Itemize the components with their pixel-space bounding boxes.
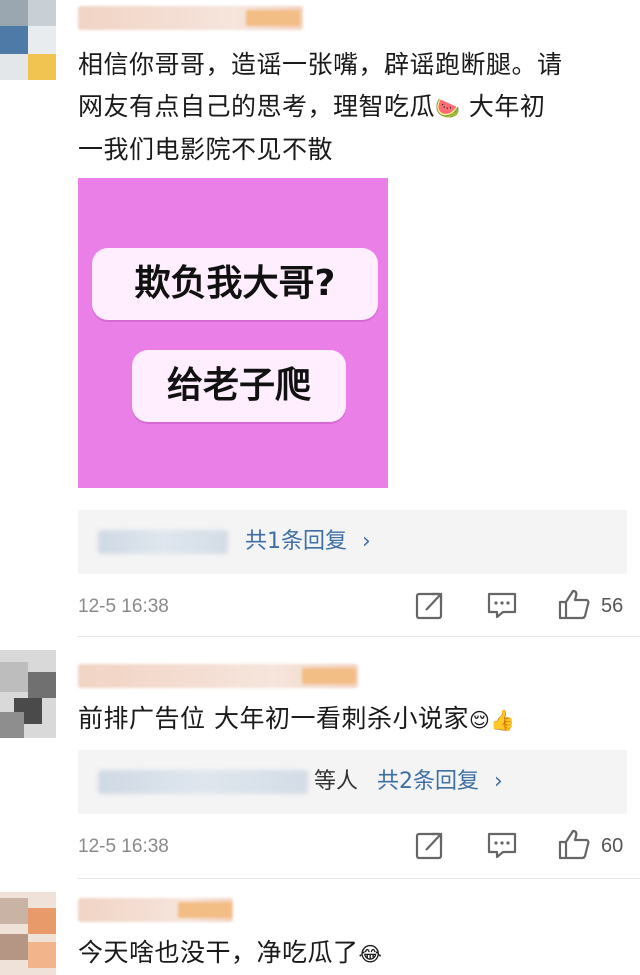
comment-2: 前排广告位 大年初一看刺杀小说家😌👍 等人 共2条回复 › 12-5 16:38… <box>0 650 640 878</box>
reply-preview[interactable]: 等人 共2条回复 › <box>78 750 627 814</box>
comment-image[interactable]: 欺负我大哥? 给老子爬 <box>78 178 388 488</box>
avatar[interactable] <box>0 0 56 80</box>
comment-text: 相信你哥哥，造谣一张嘴，辟谣跑断腿。请 网友有点自己的思考，理智吃瓜🍉 大年初 … <box>78 44 628 171</box>
reply-author-suffix: 等人 <box>314 769 359 794</box>
comment-1: 相信你哥哥，造谣一张嘴，辟谣跑断腿。请 网友有点自己的思考，理智吃瓜🍉 大年初 … <box>0 0 640 636</box>
divider <box>78 878 640 879</box>
share-icon[interactable] <box>413 828 447 862</box>
comment-text: 今天啥也没干，净吃瓜了😂 <box>78 932 628 975</box>
chevron-right-icon: › <box>362 529 371 554</box>
timestamp: 12-5 16:38 <box>78 836 169 857</box>
comment-3: 今天啥也没干，净吃瓜了😂 <box>0 892 640 975</box>
username[interactable] <box>78 664 358 688</box>
username[interactable] <box>78 898 233 922</box>
comment-icon[interactable] <box>485 828 519 862</box>
reply-user-blur <box>98 770 308 794</box>
comment-text: 前排广告位 大年初一看刺杀小说家😌👍 <box>78 698 628 741</box>
like-count: 56 <box>601 595 624 617</box>
like-icon[interactable] <box>557 828 591 862</box>
watermelon-emoji: 🍉 <box>435 96 461 120</box>
reply-count-link[interactable]: 共2条回复 › <box>377 766 503 798</box>
chevron-right-icon: › <box>494 769 503 794</box>
username[interactable] <box>78 6 303 30</box>
timestamp: 12-5 16:38 <box>78 596 169 617</box>
reply-preview[interactable]: 共1条回复 › <box>78 510 627 574</box>
divider <box>78 636 640 637</box>
comment-icon[interactable] <box>485 588 519 622</box>
avatar[interactable] <box>0 650 56 738</box>
reply-count-link[interactable]: 共1条回复 › <box>245 526 371 558</box>
share-icon[interactable] <box>413 588 447 622</box>
laughing-emoji: 😂 <box>358 942 383 966</box>
comment-line: 网友有点自己的思考，理智吃瓜🍉 大年初 <box>78 86 628 129</box>
emoji: 😌👍 <box>468 708 516 732</box>
image-bubble-top: 欺负我大哥? <box>92 248 378 320</box>
comment-line: 相信你哥哥，造谣一张嘴，辟谣跑断腿。请 <box>78 50 563 79</box>
comment-line: 一我们电影院不见不散 <box>78 135 334 164</box>
like-icon[interactable] <box>557 588 591 622</box>
avatar[interactable] <box>0 892 56 975</box>
image-bubble-bottom: 给老子爬 <box>132 350 346 422</box>
reply-user-blur <box>98 530 228 554</box>
like-count: 60 <box>601 835 624 857</box>
